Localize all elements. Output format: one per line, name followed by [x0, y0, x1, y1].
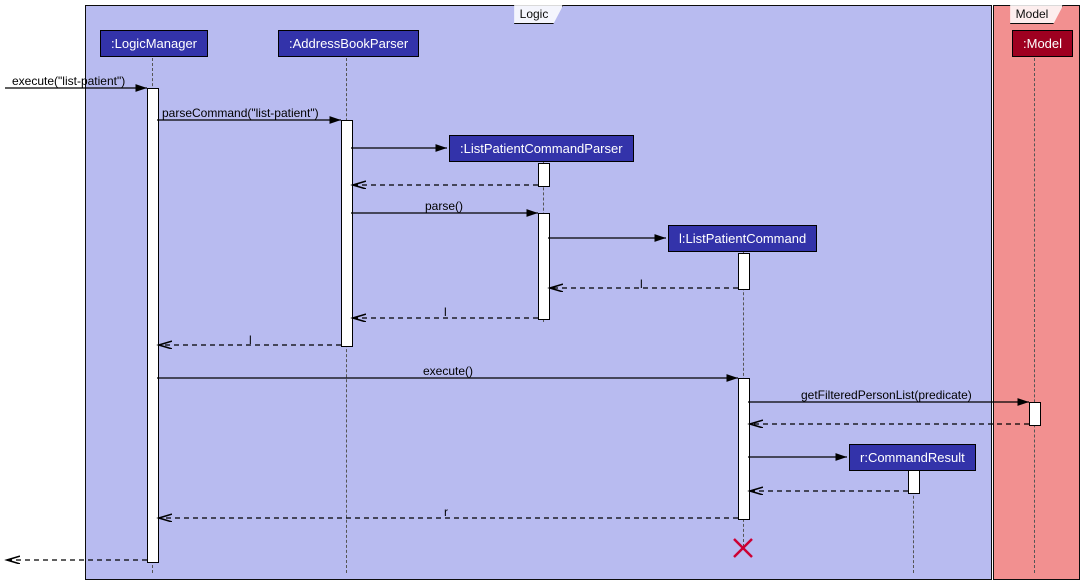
list-patient-command-activation-2 — [738, 378, 750, 520]
get-filtered-msg: getFilteredPersonList(predicate) — [801, 388, 972, 402]
return-l1-msg: l — [640, 277, 643, 291]
parse-command-msg: parseCommand("list-patient") — [162, 106, 319, 120]
command-result-activation — [908, 470, 920, 494]
execute-cmd-msg: execute() — [423, 364, 473, 378]
model-frame-label: Model — [1010, 5, 1064, 24]
logic-manager-activation — [147, 88, 159, 563]
command-result-participant: r:CommandResult — [849, 444, 976, 471]
address-book-parser-activation — [341, 120, 353, 347]
logic-frame-label: Logic — [514, 5, 564, 24]
list-patient-command-parser-activation-2 — [538, 213, 550, 320]
list-patient-command-participant: l:ListPatientCommand — [668, 225, 817, 252]
return-r-msg: r — [444, 505, 448, 519]
model-lifeline — [1034, 58, 1035, 573]
model-frame: Model — [993, 5, 1080, 580]
list-patient-command-parser-activation-1 — [538, 163, 550, 187]
execute-msg: execute("list-patient") — [12, 74, 125, 88]
model-participant: :Model — [1012, 30, 1073, 57]
model-activation — [1029, 402, 1041, 426]
address-book-parser-participant: :AddressBookParser — [278, 30, 419, 57]
parse-msg: parse() — [425, 199, 463, 213]
return-l2-msg: l — [444, 305, 447, 319]
return-l3-msg: l — [249, 333, 252, 347]
logic-manager-participant: :LogicManager — [100, 30, 208, 57]
list-patient-command-activation-1 — [738, 253, 750, 290]
list-patient-command-parser-participant: :ListPatientCommandParser — [449, 135, 634, 162]
